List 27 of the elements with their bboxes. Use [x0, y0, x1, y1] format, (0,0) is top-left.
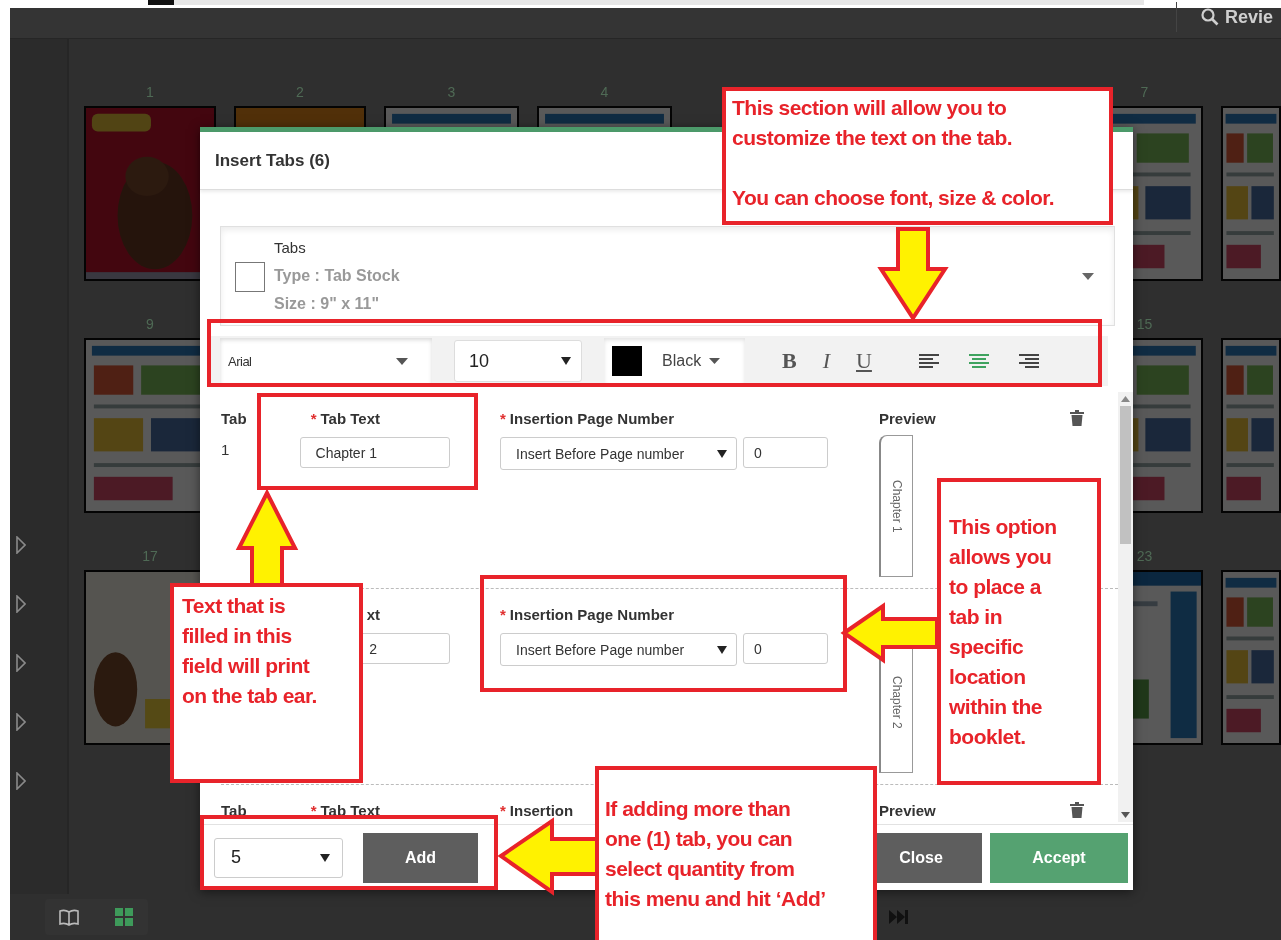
field-label: * Insertion Page Number: [500, 410, 675, 429]
page-number: 7: [1140, 84, 1149, 101]
dialog-title: Insert Tabs (6): [215, 150, 330, 171]
field-label: * Insertion Page Number: [500, 606, 675, 625]
page-number: 3: [447, 84, 456, 101]
stock-name: Tabs: [274, 238, 307, 258]
field-label: * Tab Text: [309, 410, 380, 429]
tab-label: Tab: [221, 410, 247, 429]
field-label: xt: [365, 606, 380, 625]
page-number: 9: [146, 316, 154, 333]
preview-label: Preview: [879, 802, 936, 821]
callout-text: You can choose font, size & color.: [732, 185, 1055, 211]
tab-number: 1: [221, 441, 231, 458]
callout-text: If adding more than one (1) tab, you can select quantity from this menu and hit ‘Add’: [605, 796, 826, 912]
stock-type: Type : Tab Stock: [274, 266, 401, 286]
page-number: 17: [142, 548, 158, 565]
tab-preview: Chapter 1: [879, 435, 913, 577]
callout-text: This option allows you to place a tab in specific location within the booklet.: [949, 514, 1057, 750]
field-label: * Insertion: [500, 802, 574, 821]
preview-label: Preview: [879, 410, 936, 429]
stock-size: Size : 9" x 11": [274, 294, 380, 314]
page-number: 4: [600, 84, 609, 101]
page-number: 23: [1136, 548, 1153, 565]
page-number: 1: [146, 84, 154, 101]
page-number: 2: [296, 84, 304, 101]
callout-text: This section will allow you to customize the text on the tab.: [732, 95, 1013, 151]
page-number: 15: [1136, 316, 1153, 333]
